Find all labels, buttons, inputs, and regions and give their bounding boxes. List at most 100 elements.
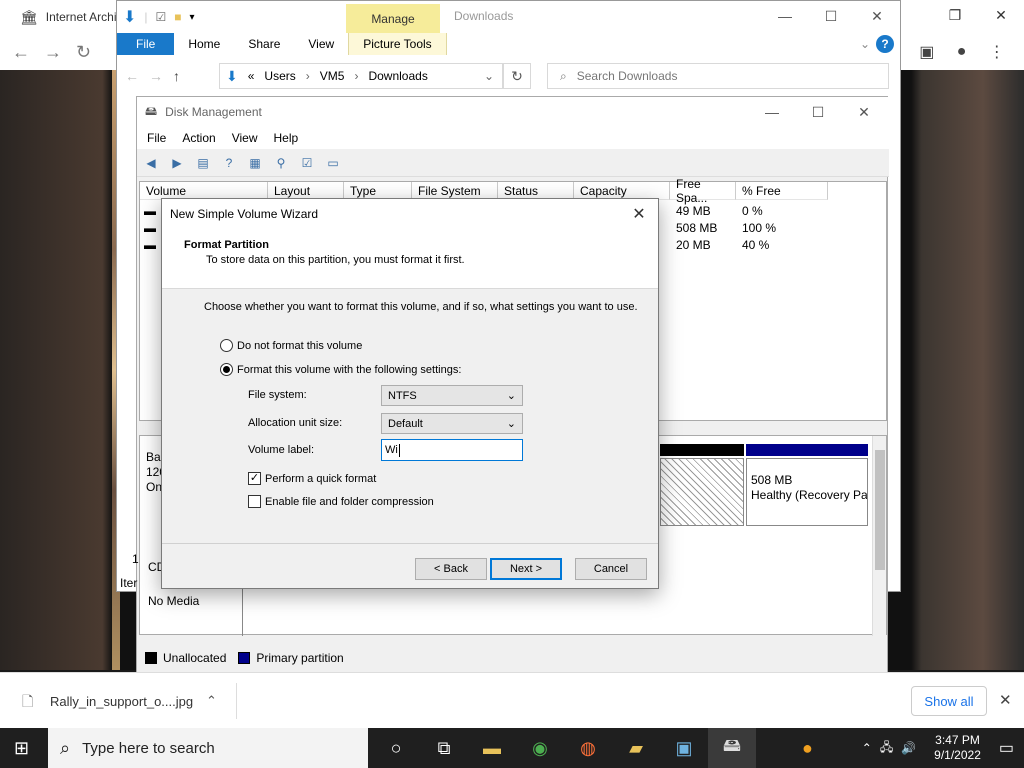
alloc-select[interactable]: Default ⌄	[381, 413, 523, 434]
minimize-icon[interactable]: —	[749, 97, 795, 127]
browser-tab[interactable]: 🏛 Internet Archi	[0, 0, 120, 34]
tab-picture-tools[interactable]: Picture Tools	[348, 33, 447, 55]
next-button[interactable]: Next >	[490, 558, 562, 580]
tab-file[interactable]: File	[117, 33, 175, 55]
scrollbar[interactable]	[872, 436, 886, 636]
taskbar: ⊞ ⌕ Type here to search ○ ⧉ ▬ ◉ ◍ ▰ ▣ 🖴 …	[0, 728, 1024, 768]
close-icon[interactable]: ✕	[854, 1, 900, 31]
profile-icon[interactable]: ●	[957, 43, 967, 61]
menu-file[interactable]: File	[147, 131, 166, 145]
forward-icon[interactable]: →	[149, 68, 163, 84]
console-icon[interactable]: ▤	[193, 154, 213, 172]
manage-tab[interactable]: Manage	[346, 4, 440, 33]
notification-icon[interactable]: ▭	[999, 738, 1014, 758]
row-pct[interactable]: 100 %	[742, 221, 776, 235]
reload-icon[interactable]: ↻	[76, 42, 91, 63]
radio-format[interactable]: Format this volume with the following se…	[220, 363, 461, 376]
row-free[interactable]: 508 MB	[676, 221, 717, 235]
volume-icon[interactable]: 🔊	[901, 741, 916, 755]
back-button[interactable]: < Back	[415, 558, 487, 580]
cortana-icon[interactable]: ○	[372, 728, 420, 768]
download-filename[interactable]: Rally_in_support_o....jpg	[50, 694, 193, 709]
check-icon[interactable]: ☑	[297, 154, 317, 172]
tab-view[interactable]: View	[294, 33, 348, 55]
file-system-select[interactable]: NTFS ⌄	[381, 385, 523, 406]
tab-home[interactable]: Home	[174, 33, 234, 55]
breadcrumb-vm5[interactable]: VM5	[320, 69, 345, 83]
forward-icon[interactable]: →	[44, 42, 62, 63]
volume-row-icon: ▬	[144, 238, 156, 252]
network-icon[interactable]: 🖧	[880, 738, 893, 759]
close-icon[interactable]: ✕	[978, 0, 1024, 30]
download-arrow-icon[interactable]: ⬇	[123, 7, 136, 27]
maximize-icon[interactable]: ☐	[795, 97, 841, 127]
folder-icon[interactable]: ■	[174, 10, 181, 24]
firefox-icon[interactable]: ◍	[564, 728, 612, 768]
col-free-space[interactable]: Free Spa...	[670, 177, 736, 205]
help-icon[interactable]: ?	[219, 154, 239, 172]
back-icon[interactable]: ←	[12, 42, 30, 63]
close-icon[interactable]: ✕	[841, 97, 887, 127]
checkbox-checked[interactable]: ✓	[248, 472, 261, 485]
radio-button-selected[interactable]	[220, 363, 233, 376]
dropdown-icon[interactable]: ▾	[190, 12, 195, 23]
compression-checkbox[interactable]: Enable file and folder compression	[248, 495, 434, 508]
chrome-icon[interactable]: ◉	[516, 728, 564, 768]
chevron-down-icon[interactable]: ⌄	[484, 69, 494, 83]
sidebar-icon[interactable]: ▣	[919, 42, 934, 62]
list-icon[interactable]: ▦	[245, 154, 265, 172]
maximize-icon[interactable]: ☐	[808, 1, 854, 31]
help-icon[interactable]: ?	[876, 35, 894, 53]
checkbox-unchecked[interactable]	[248, 495, 261, 508]
up-icon[interactable]: ↑	[173, 68, 180, 84]
chevron-up-icon[interactable]: ⌃	[206, 693, 217, 709]
col-pct-free[interactable]: % Free	[736, 182, 828, 200]
forward-icon[interactable]: ▶	[167, 154, 187, 172]
breadcrumb-downloads[interactable]: Downloads	[368, 69, 427, 83]
radio-button[interactable]	[220, 339, 233, 352]
show-all-button[interactable]: Show all	[911, 686, 987, 716]
restore-icon[interactable]: ❐	[932, 0, 978, 30]
chevron-up-icon[interactable]: ⌃	[862, 741, 872, 755]
recovery-partition[interactable]: 508 MB Healthy (Recovery Pa	[746, 458, 868, 526]
disk-management-icon[interactable]: 🖴	[708, 728, 756, 768]
quick-format-label: Perform a quick format	[265, 472, 377, 485]
file-manager-icon[interactable]: ▰	[612, 728, 660, 768]
taskbar-search[interactable]: ⌕ Type here to search	[48, 728, 368, 768]
row-pct[interactable]: 0 %	[742, 204, 763, 218]
file-explorer-icon[interactable]: ▬	[468, 728, 516, 768]
task-view-icon[interactable]: ⧉	[420, 728, 468, 768]
unallocated-partition[interactable]	[660, 458, 744, 526]
control-panel-icon[interactable]: ▣	[660, 728, 708, 768]
row-free[interactable]: 49 MB	[676, 204, 711, 218]
back-icon[interactable]: ◀	[141, 154, 161, 172]
ribbon-expand-icon[interactable]: ⌄	[860, 37, 870, 51]
properties-icon[interactable]: ▭	[323, 154, 343, 172]
menu-icon[interactable]: ⋮	[989, 42, 1005, 62]
clock-date: 9/1/2022	[934, 748, 981, 762]
radio-no-format[interactable]: Do not format this volume	[220, 339, 362, 352]
app-orange-icon[interactable]: ●	[802, 738, 813, 759]
close-icon[interactable]: ✕	[999, 691, 1012, 709]
windows-start-icon[interactable]: ⊞	[14, 738, 29, 759]
archive-icon: 🏛	[20, 8, 38, 25]
breadcrumb-users[interactable]: Users	[264, 69, 295, 83]
close-icon[interactable]: ✕	[628, 203, 650, 225]
refresh-button[interactable]: ↻	[503, 63, 531, 89]
minimize-icon[interactable]: —	[762, 1, 808, 31]
properties-icon[interactable]: ☑	[156, 10, 167, 24]
volume-label-input[interactable]: Wi	[381, 439, 523, 461]
cancel-button[interactable]: Cancel	[575, 558, 647, 580]
tab-share[interactable]: Share	[234, 33, 294, 55]
back-icon[interactable]: ←	[125, 68, 139, 84]
quick-format-checkbox[interactable]: ✓ Perform a quick format	[248, 472, 376, 485]
address-bar[interactable]: ⬇ « Users › VM5 › Downloads ⌄	[219, 63, 503, 89]
connect-icon[interactable]: ⚲	[271, 154, 291, 172]
menu-help[interactable]: Help	[274, 131, 299, 145]
row-pct[interactable]: 40 %	[742, 238, 769, 252]
search-input[interactable]: ⌕ Search Downloads	[547, 63, 889, 89]
menu-view[interactable]: View	[232, 131, 258, 145]
clock[interactable]: 3:47 PM 9/1/2022	[934, 733, 981, 763]
row-free[interactable]: 20 MB	[676, 238, 711, 252]
menu-action[interactable]: Action	[182, 131, 215, 145]
